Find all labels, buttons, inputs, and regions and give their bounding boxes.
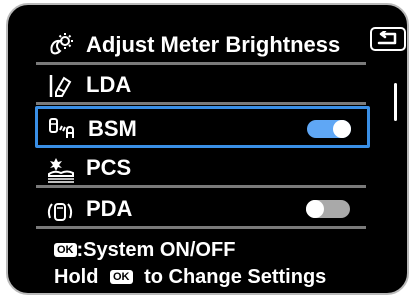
- lda-icon: [46, 72, 72, 98]
- menu-item-adjust-meter-brightness[interactable]: Adjust Meter Brightness: [36, 25, 366, 65]
- back-button[interactable]: [370, 27, 406, 51]
- back-arrow-icon: [377, 31, 397, 45]
- footer-hint-toggle: OK:System ON/OFF: [54, 239, 235, 262]
- pda-toggle-switch[interactable]: [306, 200, 350, 218]
- ok-button-icon: OK: [54, 243, 77, 257]
- menu-item-label: Adjust Meter Brightness: [86, 32, 341, 57]
- toggle-knob: [333, 120, 351, 138]
- menu-item-lda[interactable]: LDA: [36, 65, 366, 105]
- bsm-icon: [48, 116, 74, 142]
- menu-item-label: LDA: [86, 72, 132, 97]
- footer-hint-suffix: to Change Settings: [144, 266, 327, 288]
- menu-item-label: PCS: [86, 155, 132, 180]
- settings-screen: Adjust Meter Brightness LDA BSM PCS PDA …: [6, 3, 409, 295]
- pcs-icon: [46, 155, 74, 183]
- ok-button-icon: OK: [110, 270, 133, 284]
- footer-hint-prefix: Hold: [54, 266, 99, 288]
- menu-item-pda[interactable]: PDA: [36, 189, 366, 229]
- menu-item-pcs[interactable]: PCS: [36, 148, 366, 188]
- bsm-toggle-switch[interactable]: [307, 120, 351, 138]
- scrollbar[interactable]: [394, 83, 397, 121]
- menu-item-label: BSM: [88, 116, 137, 141]
- toggle-knob: [306, 200, 324, 218]
- menu-item-bsm[interactable]: BSM: [35, 106, 370, 148]
- pda-icon: [46, 196, 73, 222]
- brightness-icon: [46, 32, 73, 58]
- footer-hint-settings: Hold OK to Change Settings: [54, 266, 326, 289]
- menu-item-label: PDA: [86, 196, 133, 221]
- footer-hint-text: :System ON/OFF: [76, 239, 236, 261]
